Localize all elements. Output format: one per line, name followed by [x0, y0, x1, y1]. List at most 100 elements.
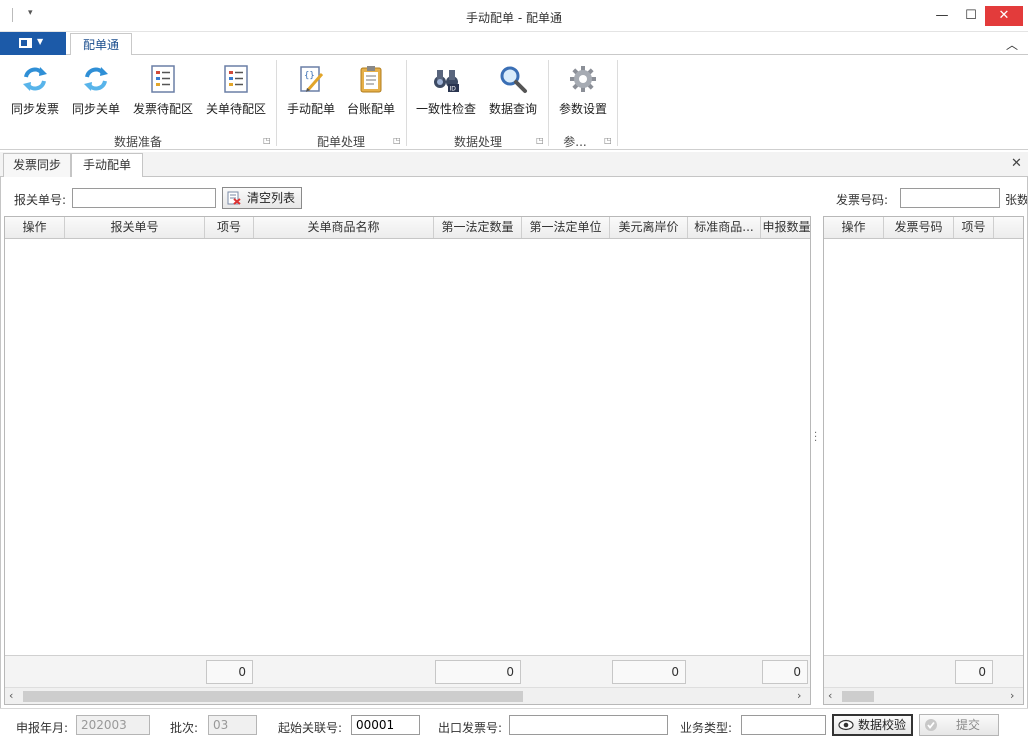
title-bar: ▾ 手动配单 - 配单通 — ☐ ✕ — [0, 0, 1028, 32]
close-window-button[interactable]: ✕ — [985, 6, 1023, 26]
group-label-matching: 配单处理 — [316, 135, 365, 149]
sum-item-no: 0 — [955, 660, 993, 684]
scroll-left-icon[interactable]: ‹ — [828, 689, 832, 702]
clipboard-icon — [360, 66, 382, 93]
chevron-down-icon: ▼ — [37, 37, 44, 46]
tab-manual-match[interactable]: 手动配单 — [71, 153, 143, 178]
submit-button[interactable]: 提交 — [919, 714, 999, 736]
validate-data-button[interactable]: 数据校验 — [832, 714, 913, 736]
business-type-input[interactable] — [741, 715, 826, 735]
ribbon-tab-strip — [0, 32, 1028, 55]
business-type-label: 业务类型: — [680, 721, 733, 735]
invoice-grid: 操作 发票号码 项号 0 ‹ › — [823, 216, 1024, 705]
group-label-params: 参... — [563, 135, 587, 149]
grid-header: 操作 报关单号 项号 关单商品名称 第一法定数量 第一法定单位 美元离岸价 标准… — [5, 217, 812, 239]
declaration-pending-button[interactable]: 关单待配区 — [201, 58, 271, 120]
data-query-button[interactable]: 数据查询 — [484, 58, 542, 120]
declaration-no-input[interactable] — [72, 188, 216, 208]
sum-item-no: 0 — [206, 660, 253, 684]
dialog-launcher-icon[interactable]: ◳ — [536, 136, 544, 145]
check-icon — [925, 719, 937, 731]
grid-header: 操作 发票号码 项号 — [824, 217, 1023, 239]
declaration-no-label: 报关单号: — [14, 193, 67, 207]
binoculars-icon: ID — [434, 70, 459, 93]
sync-arrows-icon — [23, 67, 47, 91]
ribbon-group-divider — [276, 60, 277, 146]
consistency-check-button[interactable]: ID 一致性检查 — [412, 58, 480, 120]
col-fob-usd[interactable]: 美元离岸价 — [610, 217, 688, 238]
invoice-pending-button[interactable]: 发票待配区 — [128, 58, 198, 120]
svg-text:{}: {} — [304, 71, 315, 81]
scroll-left-icon[interactable]: ‹ — [9, 689, 13, 702]
col-legal-unit[interactable]: 第一法定单位 — [522, 217, 610, 238]
start-link-no-label: 起始关联号: — [278, 721, 343, 735]
scrollbar-thumb[interactable] — [842, 691, 874, 702]
clear-list-button[interactable]: 清空列表 — [222, 187, 302, 209]
period-label: 申报年月: — [16, 721, 69, 735]
col-std-goods[interactable]: 标准商品... — [688, 217, 761, 238]
col-item-no[interactable]: 项号 — [954, 217, 994, 238]
dialog-launcher-icon[interactable]: ◳ — [393, 136, 401, 145]
col-action[interactable]: 操作 — [5, 217, 65, 238]
batch-input[interactable] — [208, 715, 257, 735]
horizontal-scrollbar[interactable]: ‹ › — [5, 687, 810, 704]
batch-label: 批次: — [170, 721, 199, 735]
collapse-ribbon-icon[interactable]: ︿ — [1006, 36, 1018, 53]
start-link-no-input[interactable] — [351, 715, 420, 735]
col-item-no[interactable]: 项号 — [205, 217, 254, 238]
document-tab-bar — [0, 152, 1028, 177]
scrollbar-thumb[interactable] — [23, 691, 523, 702]
declaration-grid: 操作 报关单号 项号 关单商品名称 第一法定数量 第一法定单位 美元离岸价 标准… — [4, 216, 811, 705]
minimize-button[interactable]: — — [927, 6, 957, 26]
sync-invoice-button[interactable]: 同步发票 — [5, 58, 65, 120]
grid-summary-row: 0 — [824, 655, 1023, 687]
col-goods-name[interactable]: 关单商品名称 — [254, 217, 434, 238]
parameter-settings-button[interactable]: 参数设置 — [553, 58, 613, 120]
scroll-right-icon[interactable]: › — [797, 689, 801, 702]
list-icon — [151, 65, 175, 93]
export-invoice-input[interactable] — [509, 715, 668, 735]
close-tab-icon[interactable]: ✕ — [1011, 156, 1022, 171]
col-action[interactable]: 操作 — [824, 217, 884, 238]
group-label-data-processing: 数据处理 — [453, 135, 502, 149]
svg-text:ID: ID — [450, 86, 457, 93]
ledger-match-button[interactable]: 台账配单 — [342, 58, 400, 120]
edit-document-icon: {} — [300, 66, 324, 92]
col-legal-qty[interactable]: 第一法定数量 — [434, 217, 522, 238]
tab-invoice-sync[interactable]: 发票同步 — [3, 153, 71, 177]
group-label-data-prep: 数据准备 — [113, 135, 162, 149]
clear-list-label: 清空列表 — [247, 191, 296, 205]
sync-arrows-icon — [84, 67, 108, 91]
window-title: 手动配单 - 配单通 — [466, 11, 562, 25]
sync-declaration-button[interactable]: 同步关单 — [66, 58, 126, 120]
sum-declared-qty: 0 — [762, 660, 808, 684]
horizontal-scrollbar[interactable]: ‹ › — [824, 687, 1023, 704]
col-declared-qty[interactable]: 申报数量 — [761, 217, 812, 238]
clear-list-icon — [227, 191, 241, 205]
sum-legal-qty: 0 — [435, 660, 521, 684]
ribbon-group-divider — [406, 60, 407, 146]
sum-fob-usd: 0 — [612, 660, 686, 684]
col-declaration-no[interactable]: 报关单号 — [65, 217, 205, 238]
splitter-handle[interactable]: · · · — [814, 429, 817, 447]
validate-data-label: 数据校验 — [858, 718, 907, 732]
sheet-count-label: 张数 — [1005, 193, 1027, 207]
invoice-no-input[interactable] — [900, 188, 1000, 208]
grid-summary-row: 0 0 0 0 — [5, 655, 810, 687]
submit-label: 提交 — [956, 718, 981, 732]
scroll-right-icon[interactable]: › — [1010, 689, 1014, 702]
manual-match-button[interactable]: {} 手动配单 — [282, 58, 340, 120]
dialog-launcher-icon[interactable]: ◳ — [263, 136, 271, 145]
dialog-launcher-icon[interactable]: ◳ — [604, 136, 612, 145]
period-input[interactable] — [76, 715, 150, 735]
col-invoice-no[interactable]: 发票号码 — [884, 217, 954, 238]
maximize-button[interactable]: ☐ — [956, 6, 986, 26]
export-invoice-label: 出口发票号: — [438, 721, 503, 735]
ribbon-tab-main[interactable]: 配单通 — [70, 33, 132, 56]
gear-icon — [570, 66, 596, 92]
eye-icon — [838, 719, 854, 731]
magnifier-icon — [500, 66, 527, 93]
ribbon-group-divider — [617, 60, 618, 146]
ribbon-group-divider — [548, 60, 549, 146]
app-menu-button[interactable]: ▼ — [0, 32, 66, 55]
